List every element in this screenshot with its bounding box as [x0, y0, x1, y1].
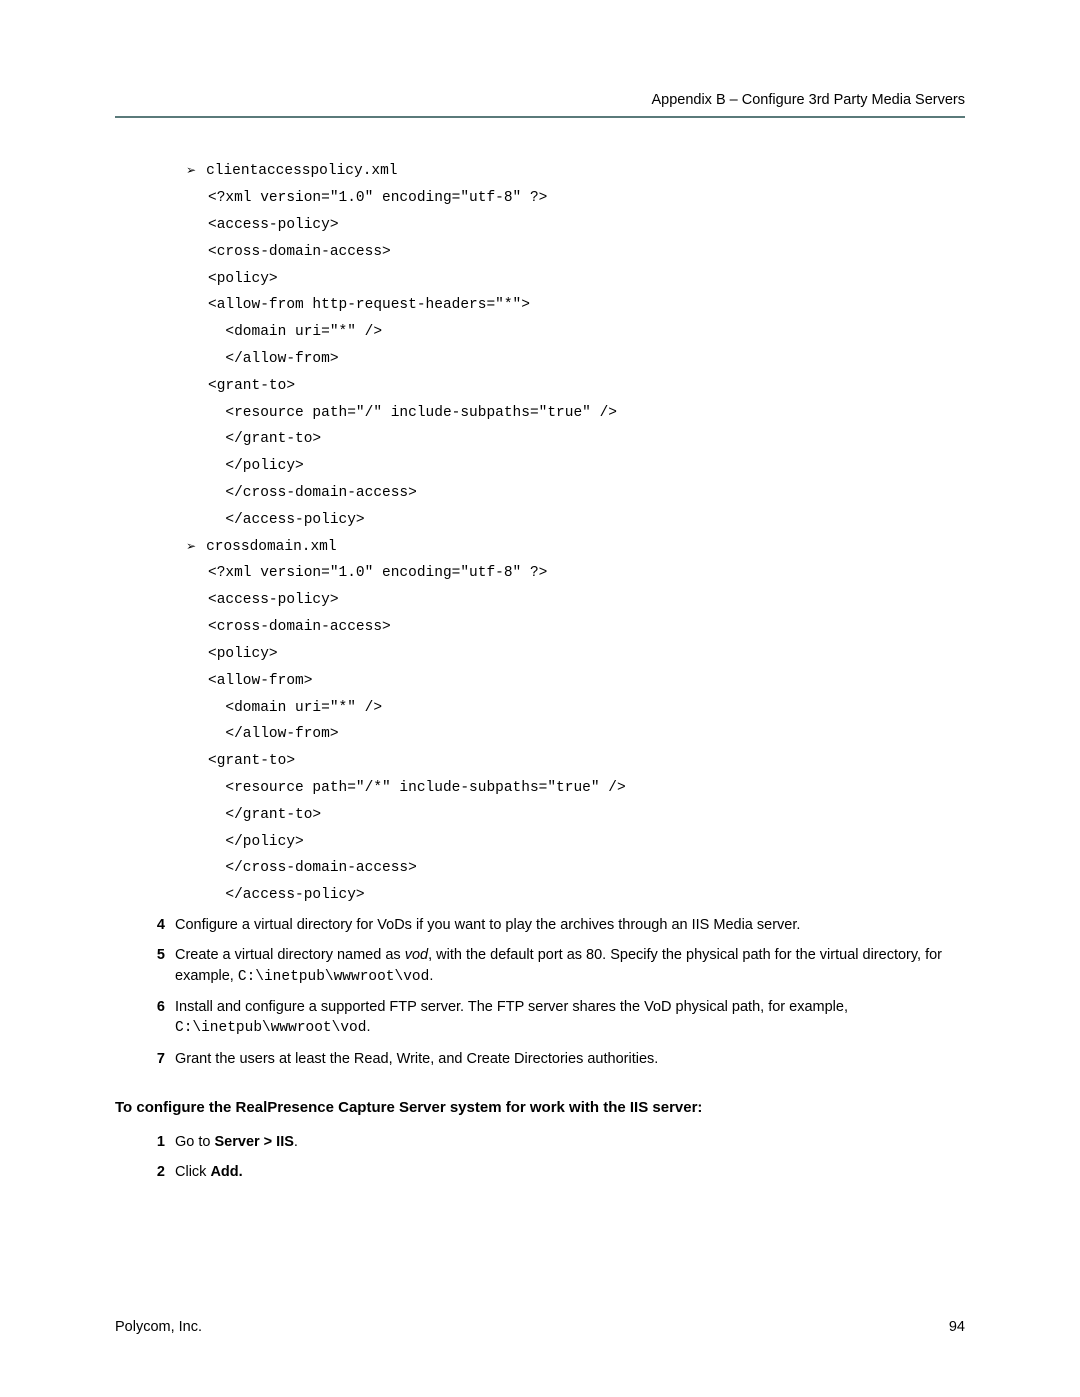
list-item: 2 Click Add. — [143, 1162, 965, 1182]
step-text: Go to Server > IIS. — [175, 1132, 965, 1152]
triangle-bullet-icon: ➢ — [186, 159, 196, 181]
page-footer: Polycom, Inc. 94 — [115, 1317, 965, 1337]
xml-section: ➢clientaccesspolicy.xml<?xml version="1.… — [115, 158, 965, 909]
list-item: 7 Grant the users at least the Read, Writ… — [143, 1049, 965, 1069]
bold-text: Add. — [210, 1164, 242, 1180]
footer-page-number: 94 — [949, 1317, 965, 1337]
code-text: C:\inetpub\wwwroot\vod — [175, 1020, 366, 1036]
step-number: 5 — [143, 945, 165, 987]
footer-company: Polycom, Inc. — [115, 1317, 202, 1337]
header-rule — [115, 116, 965, 118]
triangle-bullet-icon: ➢ — [186, 535, 196, 557]
xml-code-block: <?xml version="1.0" encoding="utf-8" ?> … — [208, 185, 965, 534]
italic-text: vod — [405, 947, 428, 963]
xml-bullet-item: ➢ crossdomain.xml — [186, 534, 965, 561]
step-number: 6 — [143, 997, 165, 1039]
code-text: C:\inetpub\wwwroot\vod — [238, 969, 429, 985]
section-heading: To configure the RealPresence Capture Se… — [115, 1097, 965, 1118]
step-number: 4 — [143, 915, 165, 935]
list-item: 5Create a virtual directory named as vod… — [143, 945, 965, 987]
step-list-1: 4 Configure a virtual directory for VoDs … — [143, 915, 965, 1069]
step-number: 7 — [143, 1049, 165, 1069]
step-text: Configure a virtual directory for VoDs i… — [175, 915, 965, 935]
header-breadcrumb: Appendix B – Configure 3rd Party Media S… — [115, 90, 965, 110]
xml-bullet-item: ➢ clientaccesspolicy.xml — [186, 158, 965, 185]
step-number: 1 — [143, 1132, 165, 1152]
step-number: 2 — [143, 1162, 165, 1182]
list-item: 1 Go to Server > IIS. — [143, 1132, 965, 1152]
step-text: Click Add. — [175, 1162, 965, 1182]
bold-text: Server > IIS — [215, 1134, 294, 1150]
document-page: Appendix B – Configure 3rd Party Media S… — [0, 0, 1080, 1252]
xml-filename: clientaccesspolicy.xml — [206, 158, 397, 185]
xml-code-block: <?xml version="1.0" encoding="utf-8" ?> … — [208, 560, 965, 909]
xml-filename: crossdomain.xml — [206, 534, 337, 561]
list-item: 4 Configure a virtual directory for VoDs … — [143, 915, 965, 935]
step-text: Install and configure a supported FTP se… — [175, 997, 965, 1039]
list-item: 6Install and configure a supported FTP s… — [143, 997, 965, 1039]
step-text: Grant the users at least the Read, Write… — [175, 1049, 965, 1069]
step-list-2: 1 Go to Server > IIS. 2 Click Add. — [143, 1132, 965, 1183]
step-text: Create a virtual directory named as vod,… — [175, 945, 965, 987]
